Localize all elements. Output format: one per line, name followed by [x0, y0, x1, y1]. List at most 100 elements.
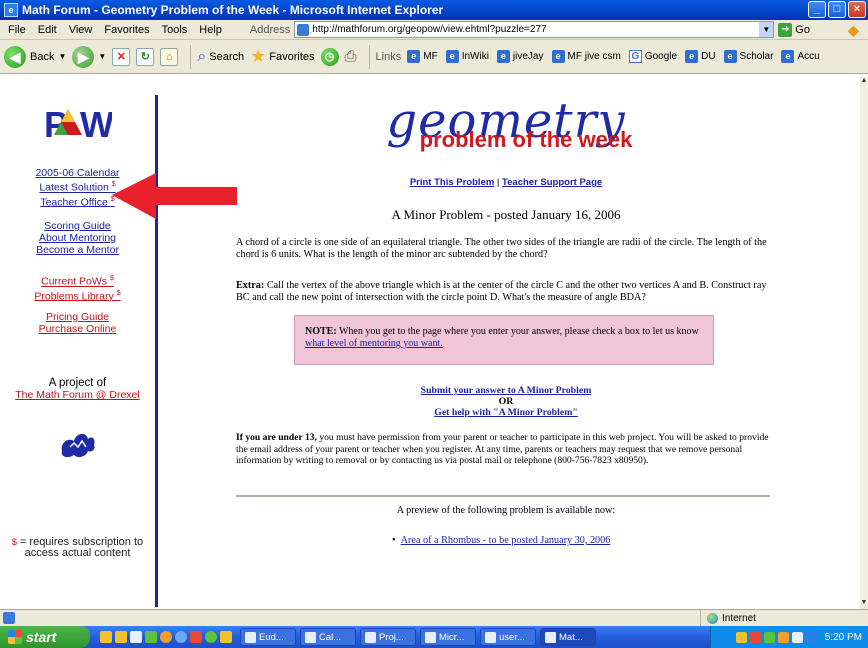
stop-button[interactable]: ✕	[112, 47, 131, 66]
scroll-up-icon[interactable]: ▲	[860, 77, 868, 87]
refresh-icon: ↻	[136, 47, 155, 66]
tray-icon[interactable]	[791, 631, 803, 643]
taskbar-button-project[interactable]: Proj...	[360, 628, 416, 646]
window-titlebar: e Math Forum - Geometry Problem of the W…	[0, 0, 868, 20]
menu-help[interactable]: Help	[199, 24, 222, 36]
sidebar-item-scoring-guide[interactable]: Scoring Guide	[0, 220, 155, 232]
quick-launch-icon[interactable]	[220, 631, 232, 643]
ie-page-icon: e	[685, 50, 699, 63]
go-arrow-icon: ➜	[778, 22, 793, 37]
quick-launch-icon[interactable]	[190, 631, 202, 643]
minimize-button[interactable]: _	[808, 1, 826, 18]
mentoring-level-link[interactable]: what level of mentoring you want.	[305, 338, 443, 349]
tray-icon[interactable]	[749, 631, 761, 643]
sidebar-item-about-mentoring[interactable]: About Mentoring	[0, 232, 155, 244]
star-icon: ★	[250, 46, 267, 66]
link-label: Google	[644, 51, 678, 62]
taskbar-button-eudora[interactable]: Eud...	[240, 628, 296, 646]
home-button[interactable]: ⌂	[160, 47, 179, 66]
vertical-scrollbar[interactable]: ▲ ▼	[860, 77, 868, 609]
link-google[interactable]: G Google	[628, 50, 678, 63]
print-links: Print This Problem | Teacher Support Pag…	[236, 177, 776, 188]
back-dropdown-icon[interactable]: ▼	[58, 52, 66, 61]
forward-button[interactable]: ▶ ▼	[72, 45, 106, 68]
tray-icon[interactable]	[763, 631, 775, 643]
toolbar-separator	[190, 44, 192, 69]
app-icon	[425, 631, 436, 643]
go-button[interactable]: ➜ Go	[778, 22, 810, 37]
next-problem-link[interactable]: Area of a Rhombus - to be posted January…	[401, 535, 611, 546]
link-scholar[interactable]: e Scholar	[723, 50, 773, 63]
math-forum-link[interactable]: The Math Forum @ Drexel	[0, 389, 155, 401]
under13-text: If you are under 13, you must have permi…	[236, 432, 776, 467]
scroll-down-icon[interactable]: ▼	[860, 599, 868, 609]
forward-dropdown-icon[interactable]: ▼	[98, 52, 106, 61]
menu-view[interactable]: View	[69, 24, 93, 36]
link-inwiki[interactable]: e InWiki	[445, 50, 489, 63]
taskbar: start Eud... Cal... Proj... Micr... user…	[0, 626, 868, 648]
quick-launch-icon[interactable]	[145, 631, 157, 643]
clock[interactable]: 5:20 PM	[825, 632, 862, 643]
menu-file[interactable]: File	[8, 24, 26, 36]
link-label: Accu	[797, 51, 820, 62]
quick-launch-icon[interactable]	[160, 631, 172, 643]
close-button[interactable]: ×	[848, 1, 866, 18]
project-text: A project of	[48, 377, 107, 389]
app-icon	[245, 631, 256, 643]
svg-text:W: W	[80, 104, 112, 145]
print-button[interactable]: ⎙	[345, 48, 357, 65]
ie-app-icon: e	[4, 3, 18, 17]
tray-icon[interactable]	[805, 631, 817, 643]
address-input[interactable]: http://mathforum.org/geopow/view.ehtml?p…	[312, 24, 759, 35]
address-dropdown-icon[interactable]: ▼	[759, 22, 774, 37]
back-label: Back	[30, 50, 55, 63]
problem-text: A chord of a circle is one side of an eq…	[236, 237, 767, 260]
maximize-button[interactable]: □	[828, 1, 846, 18]
taskbar-button-user[interactable]: user...	[480, 628, 536, 646]
quick-launch-icon[interactable]	[115, 631, 127, 643]
window-title: Math Forum - Geometry Problem of the Wee…	[22, 3, 444, 17]
tray-icon[interactable]	[777, 631, 789, 643]
forward-arrow-icon: ▶	[72, 45, 95, 68]
print-problem-link[interactable]: Print This Problem	[410, 177, 494, 188]
refresh-button[interactable]: ↻	[136, 47, 155, 66]
quick-launch-icon[interactable]	[175, 631, 187, 643]
menu-edit[interactable]: Edit	[38, 24, 57, 36]
quick-launch-icon[interactable]	[205, 631, 217, 643]
link-jivejay[interactable]: e jiveJay	[496, 50, 544, 63]
pow-logo: P W	[44, 104, 112, 145]
taskbar-button-calendar[interactable]: Cal...	[300, 628, 356, 646]
back-button[interactable]: ◀ Back ▼	[4, 45, 66, 68]
menu-favorites[interactable]: Favorites	[104, 24, 149, 36]
sidebar-item-pricing-guide[interactable]: Pricing Guide	[0, 311, 155, 323]
sidebar-group-pricing: Pricing Guide Purchase Online	[0, 311, 155, 335]
sidebar-item-become-mentor[interactable]: Become a Mentor	[0, 244, 155, 256]
taskbar-button-math-forum[interactable]: Mat...	[540, 628, 596, 646]
quick-launch-icon[interactable]	[130, 631, 142, 643]
link-du[interactable]: e DU	[685, 50, 716, 63]
address-bar[interactable]: http://mathforum.org/geopow/view.ehtml?p…	[294, 21, 775, 38]
start-button[interactable]: start	[0, 626, 90, 648]
link-accu[interactable]: e Accu	[781, 50, 820, 63]
submit-answer-link[interactable]: Submit your answer to A Minor Problem	[421, 385, 592, 396]
quick-launch-icon[interactable]	[100, 631, 112, 643]
link-label: jiveJay	[512, 51, 544, 62]
get-help-link[interactable]: Get help with "A Minor Problem"	[434, 407, 578, 418]
tray-icon[interactable]	[735, 631, 747, 643]
window-controls: _ □ ×	[808, 1, 866, 18]
favorites-button[interactable]: ★ Favorites	[250, 46, 314, 67]
link-mf[interactable]: e MF	[407, 50, 438, 63]
menu-tools[interactable]: Tools	[162, 24, 188, 36]
or-label: OR	[498, 396, 514, 407]
taskbar-button-microsoft[interactable]: Micr...	[420, 628, 476, 646]
link-mf-jive-csm[interactable]: e MF jive csm	[551, 50, 621, 63]
search-button[interactable]: ⌕ Search	[197, 48, 244, 66]
sidebar-item-problems-library[interactable]: Problems Library $	[0, 288, 155, 303]
menu-bar: File Edit View Favorites Tools Help Addr…	[0, 20, 868, 40]
ie-page-icon: e	[781, 50, 795, 63]
teacher-support-link[interactable]: Teacher Support Page	[502, 177, 602, 188]
sidebar-item-current-pows[interactable]: Current PoWs $	[0, 273, 155, 288]
history-icon: ◷	[320, 47, 339, 66]
sidebar-item-purchase-online[interactable]: Purchase Online	[0, 323, 155, 335]
history-button[interactable]: ◷	[320, 47, 339, 66]
